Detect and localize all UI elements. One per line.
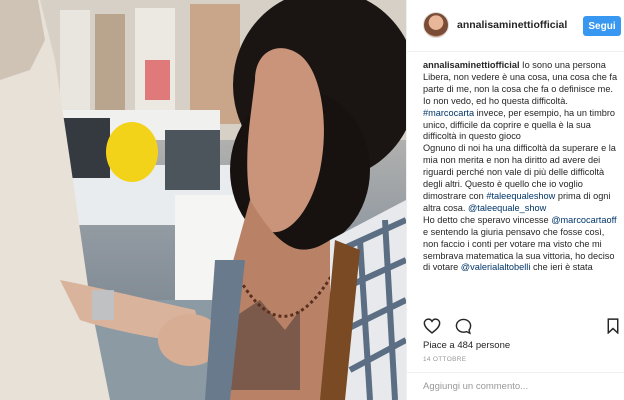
bookmark-icon[interactable] [607,318,619,334]
mention-marcocartaoff[interactable]: @marcocartaoff [551,215,616,225]
mention-valerialaltobelli[interactable]: @valerialaltobelli [461,262,531,272]
post-photo-illustration [0,0,406,400]
mention-taleequale-show[interactable]: @taleequale_show [468,203,546,213]
likes-count[interactable]: Piace a 484 persone [423,340,510,351]
comment-box [407,372,624,400]
post-caption: annalisaminettiofficial Io sono una pers… [423,60,619,310]
hashtag-taleequaleshow[interactable]: #taleequaleshow [486,191,555,201]
caption-text-5: Ho detto che speravo vincesse [423,214,552,225]
follow-button[interactable]: Segui [583,16,621,36]
header-username[interactable]: annalisaminettiofficial [457,19,567,31]
post-date: 14 OTTOBRE [423,356,467,363]
post-side-panel: annalisaminettiofficial Segui annalisami… [406,0,624,400]
post-header: annalisaminettiofficial Segui [407,0,624,52]
comment-bubble-icon[interactable] [455,318,472,335]
caption-username[interactable]: annalisaminettiofficial [423,60,520,70]
hashtag-marcocarta[interactable]: #marcocarta [423,108,474,118]
avatar[interactable] [423,12,449,38]
post-photo [0,0,406,400]
caption-text-7: che ieri è stata [530,262,593,273]
post-actions [423,316,619,338]
heart-icon[interactable] [423,318,441,334]
comment-input[interactable] [423,381,613,392]
